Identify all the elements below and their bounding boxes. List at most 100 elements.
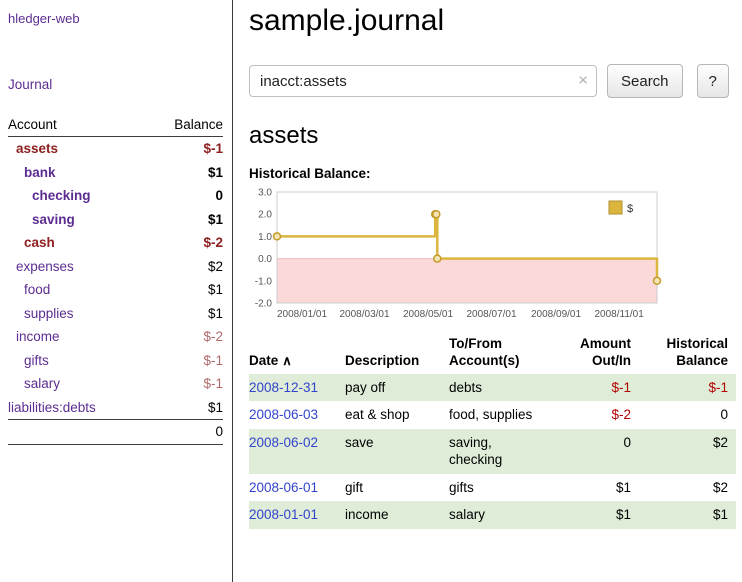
account-link-supplies[interactable]: supplies	[24, 306, 74, 321]
account-balance: $-1	[146, 349, 223, 373]
account-link-liabilities-debts[interactable]: liabilities:debts	[8, 400, 96, 415]
account-link-expenses[interactable]: expenses	[16, 259, 74, 274]
account-balance: $-1	[146, 372, 223, 396]
transaction-accounts: debts	[449, 374, 553, 402]
register-header-label: To/From Account(s)	[449, 336, 520, 368]
register-header-date[interactable]: Date∧	[249, 334, 345, 374]
register-row: 2008-01-01incomesalary$1$1	[249, 501, 736, 529]
account-link-saving[interactable]: saving	[32, 212, 75, 227]
account-row: checking 0	[8, 184, 223, 208]
svg-text:2008/07/01: 2008/07/01	[467, 309, 517, 320]
account-row: income $-2	[8, 325, 223, 349]
account-link-bank[interactable]: bank	[24, 165, 56, 180]
account-link-income[interactable]: income	[16, 329, 60, 344]
search-box: ×	[249, 65, 597, 97]
transaction-accounts: salary	[449, 501, 553, 529]
accounts-header-balance: Balance	[146, 114, 223, 137]
account-link-assets[interactable]: assets	[16, 141, 58, 156]
transaction-description: income	[345, 501, 449, 529]
transaction-description: save	[345, 429, 449, 474]
svg-text:2008/01/01: 2008/01/01	[277, 309, 327, 320]
transaction-date-link[interactable]: 2008-06-01	[249, 480, 318, 495]
journal-link[interactable]: Journal	[8, 77, 52, 92]
svg-text:0.0: 0.0	[258, 254, 272, 265]
account-balance: $1	[146, 161, 223, 185]
clear-search-icon[interactable]: ×	[578, 71, 588, 91]
register-row: 2008-06-03 eat & shopfood, supplies$-20	[249, 401, 736, 429]
transaction-amount: 0	[553, 429, 639, 474]
journal-nav: Journal	[8, 76, 223, 94]
transaction-balance: $2	[639, 474, 736, 502]
register-row: 2008-06-02 savesaving, checking0$2	[249, 429, 736, 474]
app-title-link[interactable]: hledger-web	[8, 11, 80, 26]
account-balance: $2	[146, 255, 223, 279]
account-link-checking[interactable]: checking	[32, 188, 91, 203]
account-row: bank $1	[8, 161, 223, 185]
transaction-accounts: saving, checking	[449, 429, 553, 474]
account-row: saving $1	[8, 208, 223, 232]
transaction-balance: $2	[639, 429, 736, 474]
register-header-accounts: To/From Account(s)	[449, 334, 553, 374]
help-button[interactable]: ?	[697, 64, 729, 98]
transaction-balance: $-1	[639, 374, 736, 402]
account-balance: $1	[146, 278, 223, 302]
register-header-amount: Amount Out/In	[553, 334, 639, 374]
account-row: liabilities:debts $1	[8, 396, 223, 420]
transaction-amount: $1	[553, 474, 639, 502]
svg-text:1.0: 1.0	[258, 232, 272, 243]
account-link-cash[interactable]: cash	[24, 235, 55, 250]
brand: hledger-web	[8, 10, 223, 28]
transaction-date-link[interactable]: 2008-06-03	[249, 407, 318, 422]
account-balance: $1	[146, 396, 223, 420]
account-balance: 0	[146, 184, 223, 208]
svg-text:2008/11/01: 2008/11/01	[595, 309, 645, 320]
transaction-description: pay off	[345, 374, 449, 402]
search-button[interactable]: Search	[607, 64, 683, 98]
account-row: food $1	[8, 278, 223, 302]
transaction-description: gift	[345, 474, 449, 502]
register-header-label: Amount Out/In	[580, 336, 631, 368]
transaction-date-link[interactable]: 2008-06-02	[249, 435, 318, 450]
account-row: gifts $-1	[8, 349, 223, 373]
svg-text:-1.0: -1.0	[255, 276, 273, 287]
transaction-date-link[interactable]: 2008-01-01	[249, 507, 318, 522]
transaction-amount: $-1	[553, 374, 639, 402]
transaction-date-link[interactable]: 2008-12-31	[249, 380, 318, 395]
svg-text:2.0: 2.0	[258, 210, 272, 221]
register-header-label: Historical Balance	[666, 336, 728, 368]
register-header-row: Date∧Description To/From Account(s) Amount…	[249, 334, 736, 374]
svg-text:2008/05/01: 2008/05/01	[403, 309, 453, 320]
historical-balance-chart: 3.02.01.00.0-1.0-2.02008/01/012008/03/01…	[249, 185, 736, 326]
register-row: 2008-06-01giftgifts$1$2	[249, 474, 736, 502]
chart-title: Historical Balance:	[249, 166, 736, 181]
sidebar: hledger-web Journal Account Balance asse…	[0, 0, 233, 582]
register-table: Date∧Description To/From Account(s) Amount…	[249, 334, 736, 529]
account-row: supplies $1	[8, 302, 223, 326]
page-title: sample.journal	[249, 4, 736, 38]
accounts-total-balance: 0	[8, 420, 223, 445]
account-row: salary $-1	[8, 372, 223, 396]
account-heading: assets	[249, 122, 736, 150]
account-balance: $1	[146, 302, 223, 326]
transaction-accounts: food, supplies	[449, 401, 553, 429]
account-link-gifts[interactable]: gifts	[24, 353, 49, 368]
transaction-balance: 0	[639, 401, 736, 429]
account-balance: $-2	[146, 325, 223, 349]
register-header-label: Description	[345, 353, 419, 368]
account-link-salary[interactable]: salary	[24, 376, 60, 391]
account-row: assets$-1	[8, 137, 223, 161]
register-row: 2008-12-31pay offdebts$-1$-1	[249, 374, 736, 402]
account-link-food[interactable]: food	[24, 282, 50, 297]
sort-ascending-icon: ∧	[282, 353, 292, 368]
search-form: × Search ?	[249, 64, 736, 98]
transaction-amount: $-2	[553, 401, 639, 429]
svg-text:2008/09/01: 2008/09/01	[531, 309, 581, 320]
transaction-amount: $1	[553, 501, 639, 529]
search-input[interactable]	[249, 65, 597, 97]
transaction-description: eat & shop	[345, 401, 449, 429]
svg-text:2008/03/01: 2008/03/01	[340, 309, 390, 320]
chart-svg: 3.02.01.00.0-1.0-2.02008/01/012008/03/01…	[249, 185, 665, 321]
transaction-balance: $1	[639, 501, 736, 529]
account-balance: $1	[146, 208, 223, 232]
accounts-table: Account Balance assets$-1bank$1checking0…	[8, 114, 223, 445]
